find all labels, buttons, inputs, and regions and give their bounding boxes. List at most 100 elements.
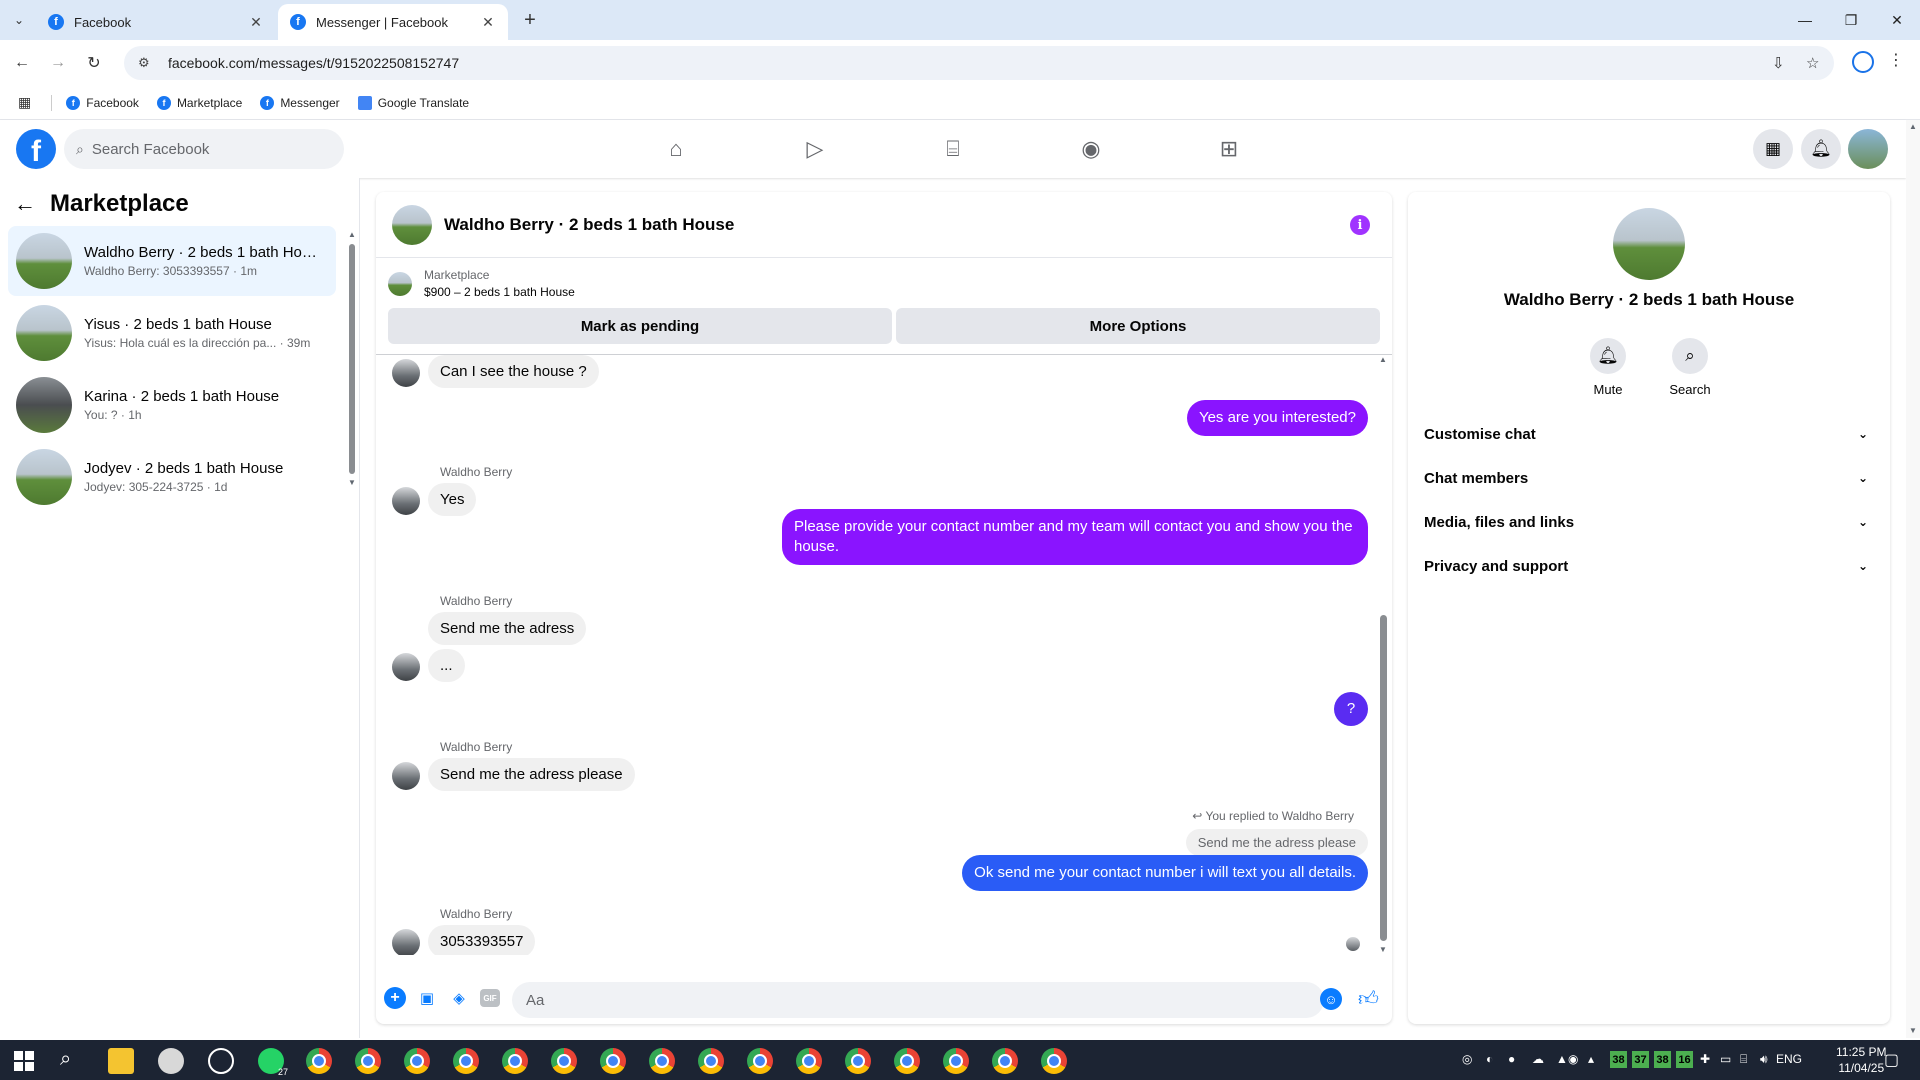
windows-security-icon[interactable]: ✚: [1700, 1052, 1710, 1066]
tab-search-chevron-icon[interactable]: ⌄: [8, 9, 30, 31]
back-arrow-icon[interactable]: ←: [14, 191, 36, 217]
chrome-icon[interactable]: [355, 1048, 381, 1074]
message-bubble[interactable]: Please provide your contact number and m…: [782, 509, 1368, 565]
section-privacy-support[interactable]: Privacy and support ⌄: [1424, 548, 1874, 584]
scrollbar-thumb[interactable]: [1380, 615, 1387, 941]
chrome-icon[interactable]: [600, 1048, 626, 1074]
menu-grid-icon[interactable]: ▦: [1753, 129, 1793, 169]
mark-as-pending-button[interactable]: Mark as pending: [388, 308, 892, 344]
close-window-button[interactable]: ✕: [1874, 0, 1920, 40]
close-tab-icon[interactable]: ✕: [248, 14, 264, 30]
section-customise-chat[interactable]: Customise chat ⌄: [1424, 416, 1874, 452]
chrome-icon[interactable]: [992, 1048, 1018, 1074]
search-action[interactable]: ⌕ Search: [1650, 338, 1730, 397]
more-actions-plus-icon[interactable]: +: [384, 987, 406, 1009]
page-scrollbar[interactable]: ▲ ▼: [1906, 120, 1920, 1038]
file-explorer-icon[interactable]: [108, 1048, 134, 1074]
conversation-item[interactable]: Karina · 2 beds 1 bath House You: ? · 1h: [8, 370, 336, 440]
more-options-button[interactable]: More Options: [896, 308, 1380, 344]
facebook-logo[interactable]: f: [16, 129, 56, 169]
message-bubble[interactable]: ...: [428, 649, 465, 682]
marketplace-icon[interactable]: ⌸: [938, 134, 968, 164]
tray-app-icon[interactable]: ●: [1508, 1052, 1515, 1066]
bookmark-marketplace[interactable]: f Marketplace: [156, 95, 242, 110]
browser-tab-facebook[interactable]: f Facebook ✕: [36, 4, 276, 40]
scroll-up-arrow-icon[interactable]: ▲: [348, 230, 356, 239]
gif-icon[interactable]: GIF: [480, 989, 500, 1007]
apps-grid-icon[interactable]: ▦: [18, 94, 31, 111]
scroll-down-arrow-icon[interactable]: ▼: [1379, 945, 1387, 954]
chat-title[interactable]: Waldho Berry · 2 beds 1 bath House: [444, 215, 734, 235]
conversation-item[interactable]: Waldho Berry · 2 beds 1 bath House Waldh…: [8, 226, 336, 296]
device-icon[interactable]: ▭: [1720, 1052, 1731, 1066]
message-bubble[interactable]: Yes: [428, 483, 477, 516]
paint-app-icon[interactable]: [158, 1048, 184, 1074]
sender-avatar[interactable]: [392, 653, 420, 681]
message-bubble[interactable]: Yes are you interested?: [1186, 400, 1368, 436]
forward-arrow-icon[interactable]: →: [46, 51, 70, 75]
quoted-message[interactable]: Send me the adress please: [1185, 829, 1368, 856]
sticker-icon[interactable]: ◈: [448, 987, 470, 1009]
bookmark-facebook[interactable]: f Facebook: [66, 95, 139, 110]
tray-app-icon[interactable]: ▲: [1556, 1052, 1568, 1066]
chrome-icon[interactable]: [404, 1048, 430, 1074]
language-indicator[interactable]: ENG: [1776, 1052, 1802, 1066]
chrome-icon[interactable]: [747, 1048, 773, 1074]
message-bubble[interactable]: 3053393557: [428, 925, 536, 955]
new-tab-button[interactable]: +: [518, 8, 542, 32]
thumbs-up-like-icon[interactable]: 👍︎: [1358, 987, 1379, 1011]
emoji-icon[interactable]: ☺: [1320, 988, 1342, 1010]
bookmark-star-icon[interactable]: ☆: [1806, 54, 1819, 72]
onedrive-cloud-icon[interactable]: ☁: [1532, 1052, 1544, 1066]
site-settings-icon[interactable]: ⚙: [138, 55, 156, 71]
gaming-icon[interactable]: ⊞: [1214, 134, 1244, 164]
close-tab-icon[interactable]: ✕: [480, 14, 496, 30]
home-icon[interactable]: ⌂: [661, 134, 691, 164]
scroll-up-arrow-icon[interactable]: ▲: [1379, 355, 1387, 364]
search-icon[interactable]: ⌕: [60, 1048, 71, 1071]
chrome-icon[interactable]: [1041, 1048, 1067, 1074]
account-avatar[interactable]: [1848, 129, 1888, 169]
attach-photo-icon[interactable]: ▣: [416, 987, 438, 1009]
listing-avatar[interactable]: [1613, 208, 1685, 280]
tray-counter[interactable]: 38: [1654, 1051, 1671, 1068]
network-icon[interactable]: ⌸: [1740, 1052, 1747, 1067]
chrome-icon[interactable]: [943, 1048, 969, 1074]
sender-avatar[interactable]: [392, 762, 420, 790]
chatgpt-icon[interactable]: [208, 1048, 234, 1074]
tray-counter[interactable]: 38: [1610, 1051, 1627, 1068]
sidebar-scrollbar[interactable]: ▲ ▼: [348, 230, 356, 490]
back-arrow-icon[interactable]: ←: [10, 51, 34, 75]
windows-start-icon[interactable]: [14, 1051, 34, 1071]
chrome-icon[interactable]: [845, 1048, 871, 1074]
chrome-icon[interactable]: [306, 1048, 332, 1074]
scroll-down-arrow-icon[interactable]: ▼: [1909, 1026, 1917, 1035]
notifications-center-icon[interactable]: ▢: [1884, 1050, 1899, 1070]
bookmark-messenger[interactable]: f Messenger: [260, 95, 340, 110]
address-bar[interactable]: ⚙ facebook.com/messages/t/91520225081527…: [124, 46, 1834, 80]
message-bubble[interactable]: ?: [1334, 692, 1368, 726]
tray-counter[interactable]: 16: [1676, 1051, 1693, 1068]
tray-app-icon[interactable]: ◐: [1486, 1052, 1493, 1066]
volume-icon[interactable]: 🔊︎: [1760, 1052, 1768, 1067]
chrome-icon[interactable]: [502, 1048, 528, 1074]
facebook-search[interactable]: ⌕ Search Facebook: [64, 129, 344, 169]
chrome-icon[interactable]: [894, 1048, 920, 1074]
browser-menu-icon[interactable]: ⋮: [1888, 50, 1904, 70]
profile-icon[interactable]: [1852, 51, 1874, 73]
reload-icon[interactable]: ↻: [82, 51, 106, 75]
message-bubble[interactable]: Send me the adress: [428, 612, 587, 645]
mute-action[interactable]: 🔔︎ Mute: [1568, 338, 1648, 397]
whatsapp-icon[interactable]: 27: [258, 1048, 288, 1077]
section-chat-members[interactable]: Chat members ⌄: [1424, 460, 1874, 496]
chat-scrollbar[interactable]: ▲ ▼: [1378, 355, 1388, 955]
chrome-tray-icon[interactable]: ◉: [1568, 1052, 1578, 1066]
message-bubble[interactable]: Ok send me your contact number i will te…: [962, 855, 1368, 891]
sender-avatar[interactable]: [392, 929, 420, 955]
chrome-icon[interactable]: [453, 1048, 479, 1074]
minimize-window-button[interactable]: —: [1782, 0, 1828, 40]
groups-icon[interactable]: ◉: [1076, 134, 1106, 164]
sender-avatar[interactable]: [392, 359, 420, 387]
notifications-bell-icon[interactable]: 🔔︎: [1801, 129, 1841, 169]
scroll-down-arrow-icon[interactable]: ▼: [348, 478, 356, 487]
